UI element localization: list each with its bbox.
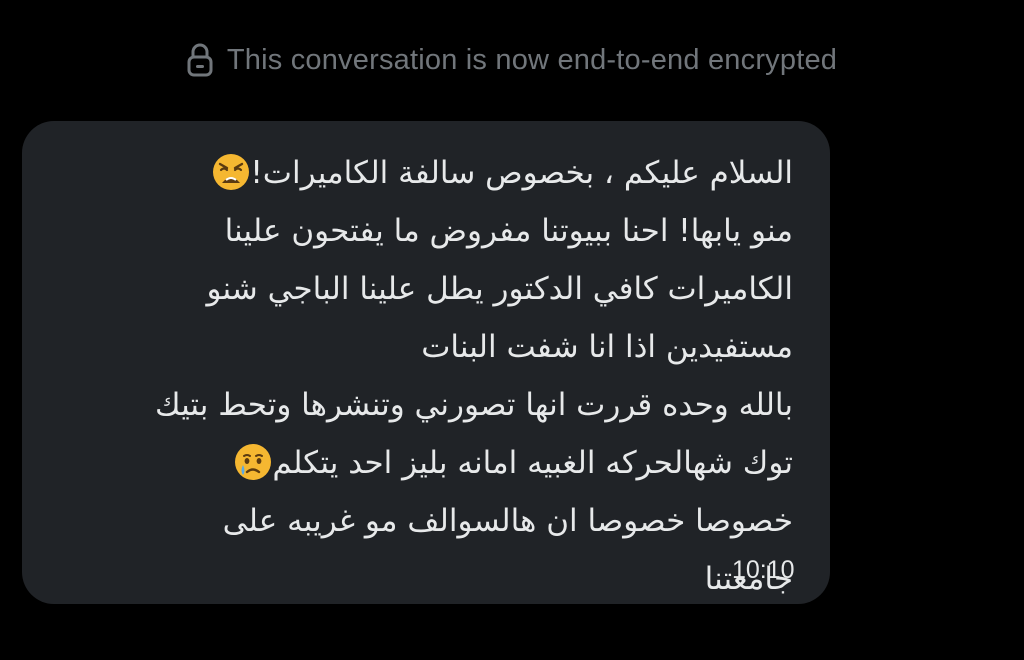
crying-face-emoji-icon: [234, 442, 272, 480]
encryption-notice-text: This conversation is now end-to-end encr…: [226, 43, 838, 76]
message-text: السلام عليكم ، بخصوص سالفة الكاميرات! من…: [48, 144, 793, 608]
message-line: خصوصا خصوصا ان هالسوالف مو غريبه على: [222, 503, 793, 539]
message-timestamp: 10:10: [732, 556, 795, 584]
weary-face-emoji-icon: [212, 152, 250, 190]
lock-icon: [187, 43, 213, 77]
message-line: منو يابها! احنا ببيوتنا مفروض ما يفتحون …: [224, 213, 793, 249]
message-line: جامعتنا: [704, 561, 793, 597]
message-line: السلام عليكم ، بخصوص سالفة الكاميرات!: [48, 144, 793, 202]
message-line: الكاميرات كافي الدكتور يطل علينا الباجي …: [206, 271, 793, 307]
message-line: بالله وحده قررت انها تصورني وتنشرها وتحط…: [154, 387, 793, 423]
message-line: مستفيدين اذا انا شفت البنات: [421, 329, 793, 365]
encryption-notice: This conversation is now end-to-end encr…: [0, 38, 1024, 82]
message-line: توك شهالحركه الغبيه امانه بليز احد يتكلم: [48, 434, 793, 492]
